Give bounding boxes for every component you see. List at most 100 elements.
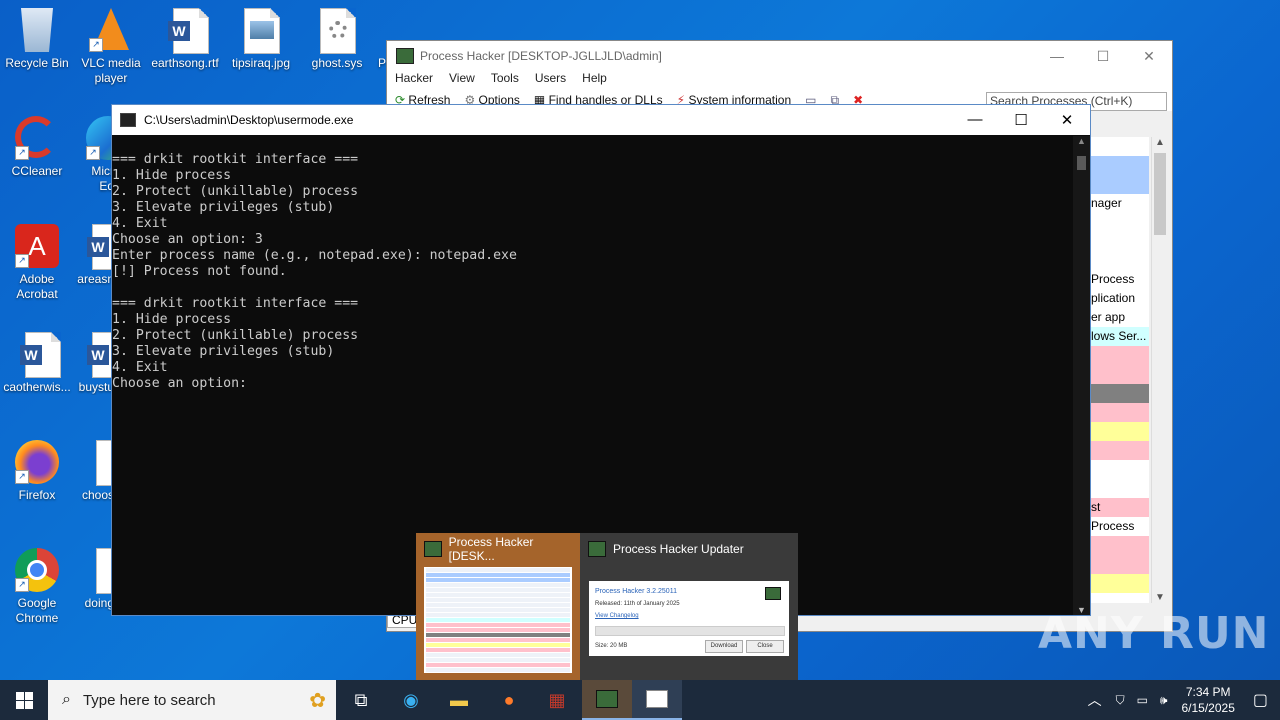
preview-row <box>426 568 570 572</box>
process-row[interactable] <box>1089 403 1149 422</box>
preview-row <box>426 623 570 627</box>
preview-row <box>426 638 570 642</box>
process-row[interactable]: nager <box>1089 194 1149 213</box>
process-row[interactable] <box>1089 384 1149 403</box>
buystu-doc-icon[interactable]: W buystu <box>74 332 114 395</box>
process-row[interactable] <box>1089 175 1149 194</box>
icon-label: CCleaner <box>11 164 63 178</box>
file-explorer-icon[interactable]: ▬ <box>434 680 484 720</box>
thumbnail-process-hacker[interactable]: Process Hacker [DESK... <box>416 533 580 680</box>
console-line: 2. Protect (unkillable) process <box>112 328 359 343</box>
chevron-up-icon[interactable]: ︿ <box>1088 690 1102 710</box>
process-row[interactable]: plication <box>1089 289 1149 308</box>
console-taskbar-icon[interactable] <box>632 680 682 720</box>
doing-file-icon[interactable]: doing <box>74 548 114 611</box>
volume-icon[interactable]: 🕪 <box>1160 693 1168 708</box>
vlc-media-player-icon[interactable]: ↗ VLC media player <box>74 8 148 86</box>
menu-hacker[interactable]: Hacker <box>395 71 433 89</box>
process-row[interactable] <box>1089 232 1149 251</box>
scroll-down-icon[interactable]: ▼ <box>1152 592 1168 603</box>
process-list[interactable]: nager Process plication er app lows Ser... st… <box>1089 137 1149 603</box>
anyrun-watermark: ANY RUN <box>1038 608 1270 659</box>
process-hacker-titlebar[interactable]: Process Hacker [DESKTOP-JGLLJLD\admin] —… <box>387 41 1172 71</box>
process-row[interactable] <box>1089 156 1149 175</box>
adobe-acrobat-icon[interactable]: A ↗ Adobe Acrobat <box>0 224 74 302</box>
caotherwis-doc-icon[interactable]: W caotherwis... <box>0 332 74 395</box>
process-row[interactable] <box>1089 422 1149 441</box>
thumbnail-process-hacker-updater[interactable]: Process Hacker Updater Process Hacker 3.… <box>580 533 798 680</box>
menu-view[interactable]: View <box>449 71 475 89</box>
process-row[interactable]: er app <box>1089 308 1149 327</box>
menu-help[interactable]: Help <box>582 71 607 89</box>
clock[interactable]: 7:34 PM 6/15/2025 <box>1181 684 1234 716</box>
process-row[interactable] <box>1089 574 1149 593</box>
process-row[interactable]: lows Ser... <box>1089 327 1149 346</box>
maximize-icon[interactable]: ☐ <box>998 111 1044 129</box>
updater-size: Size: 20 MB <box>595 643 628 649</box>
google-chrome-icon[interactable]: ↗ Google Chrome <box>0 548 74 626</box>
start-button[interactable] <box>0 680 48 720</box>
maximize-icon[interactable]: ☐ <box>1080 48 1126 65</box>
word-doc-graphic: W <box>163 8 209 54</box>
winrar-taskbar-icon[interactable]: ▦ <box>532 680 582 720</box>
process-row[interactable] <box>1089 346 1149 365</box>
process-row[interactable] <box>1089 365 1149 384</box>
close-icon[interactable]: ✕ <box>1126 48 1172 65</box>
clock-time: 7:34 PM <box>1185 685 1231 699</box>
ccleaner-icon[interactable]: ↗ CCleaner <box>0 116 74 179</box>
process-row[interactable] <box>1089 555 1149 574</box>
process-row[interactable] <box>1089 251 1149 270</box>
scroll-up-icon[interactable]: ▲ <box>1152 137 1168 153</box>
earthsong-rtf-icon[interactable]: W earthsong.rtf <box>148 8 222 71</box>
process-hacker-taskbar-icon[interactable] <box>582 680 632 720</box>
process-row[interactable] <box>1089 213 1149 232</box>
scroll-up-icon[interactable]: ▲ <box>1073 136 1090 150</box>
task-view-icon[interactable]: ⧉ <box>336 680 386 720</box>
process-row[interactable] <box>1089 460 1149 479</box>
menu-tools[interactable]: Tools <box>491 71 519 89</box>
recycle-bin-graphic <box>21 8 53 52</box>
console-line: 1. Hide process <box>112 312 232 327</box>
process-row[interactable] <box>1089 479 1149 498</box>
network-icon[interactable]: ▭ <box>1137 693 1148 707</box>
minimize-icon[interactable]: — <box>952 111 998 129</box>
close-icon[interactable]: ✕ <box>1044 111 1090 129</box>
edge-taskbar-icon[interactable]: ◉ <box>386 680 436 720</box>
ghost-sys-icon[interactable]: ghost.sys <box>300 8 374 71</box>
microsoft-edge-icon[interactable]: ↗ Micr Ed <box>74 116 114 194</box>
console-titlebar[interactable]: C:\Users\admin\Desktop\usermode.exe — ☐ … <box>112 105 1090 135</box>
process-row[interactable]: Process <box>1089 517 1149 536</box>
process-row[interactable]: st <box>1089 498 1149 517</box>
process-row[interactable] <box>1089 536 1149 555</box>
recycle-bin-icon[interactable]: Recycle Bin <box>0 8 74 71</box>
firefox-taskbar-icon[interactable]: ● <box>484 680 534 720</box>
minimize-icon[interactable]: — <box>1034 48 1080 65</box>
thumbnail-title: Process Hacker Updater <box>613 542 744 556</box>
system-file-graphic <box>315 8 359 54</box>
preview-row <box>426 583 570 587</box>
security-icon[interactable]: ⛉ <box>1116 693 1125 708</box>
console-line: 3. Elevate privileges (stub) <box>112 344 335 359</box>
process-row[interactable] <box>1089 441 1149 460</box>
icon-label: choos <box>81 488 114 502</box>
tipsiraq-jpg-icon[interactable]: tipsiraq.jpg <box>224 8 298 71</box>
preview-row <box>426 588 570 592</box>
process-row[interactable]: Process <box>1089 270 1149 289</box>
updater-progress-bar <box>595 626 785 636</box>
preview-row <box>426 668 570 672</box>
process-list-scrollbar[interactable]: ▲ ▼ <box>1151 137 1168 603</box>
notification-icon[interactable]: ▢ <box>1253 690 1268 710</box>
areasn-doc-icon[interactable]: W areasn <box>74 224 114 287</box>
taskbar-search-box[interactable]: ⌕ Type here to search ✿ <box>48 680 336 720</box>
console-scrollbar[interactable]: ▲ ▼ <box>1073 136 1090 615</box>
edge-graphic: ↗ <box>86 116 114 160</box>
choos-file-icon[interactable]: choos <box>74 440 114 503</box>
process-row[interactable] <box>1089 137 1149 156</box>
process-hacker-icon <box>588 541 606 557</box>
menu-users[interactable]: Users <box>535 71 566 89</box>
updater-logo-icon <box>765 587 781 600</box>
scrollbar-thumb[interactable] <box>1154 153 1166 235</box>
scrollbar-thumb[interactable] <box>1077 156 1086 170</box>
firefox-icon[interactable]: ↗ Firefox <box>0 440 74 503</box>
